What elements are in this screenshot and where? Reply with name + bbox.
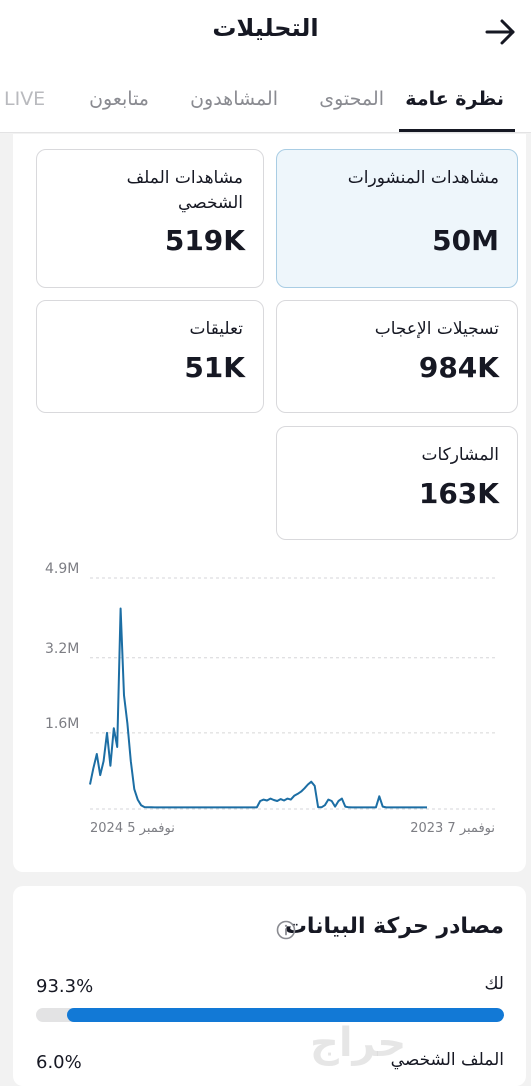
page-title: التحليلات [212, 14, 319, 42]
traffic-source-bar-fill [67, 1008, 504, 1022]
views-line-chart: 4.9M 3.2M 1.6M نوفمبر 7 2023 نوفمبر 5 2024 [45, 561, 495, 836]
y-tick-label: 1.6M [45, 716, 79, 732]
tab-overview[interactable]: نظرة عامة [405, 88, 504, 110]
active-tab-indicator [399, 129, 515, 132]
tab-bar: نظرة عامة المحتوى المشاهدون متابعون LIVE [0, 66, 531, 133]
traffic-source-percent: 93.3% [36, 976, 94, 997]
tab-content[interactable]: المحتوى [319, 88, 384, 110]
watermark-logo: حراج [310, 1020, 407, 1066]
traffic-source-bar [36, 1008, 504, 1022]
traffic-sources-section: مصادر حركة البيانات لك 93.3% الملف الشخص… [13, 886, 526, 1086]
views-series-line [89, 607, 427, 809]
app-header: التحليلات [0, 0, 531, 66]
traffic-source-name: الملف الشخصي [390, 1050, 504, 1070]
y-tick-label: 3.2M [45, 641, 79, 657]
x-tick-label: نوفمبر 7 2023 [410, 821, 495, 836]
traffic-source-percent: 6.0% [36, 1052, 82, 1073]
traffic-sources-title: مصادر حركة البيانات [284, 914, 504, 939]
arrow-right-icon[interactable] [483, 15, 517, 49]
info-icon[interactable] [276, 920, 296, 940]
tab-live[interactable]: LIVE [4, 88, 45, 110]
tab-followers[interactable]: متابعون [89, 88, 149, 110]
x-tick-label: نوفمبر 5 2024 [90, 821, 175, 836]
traffic-source-name: لك [484, 974, 504, 994]
y-tick-label: 4.9M [45, 561, 79, 577]
overview-panel: مشاهدات المنشورات 50M مشاهدات الملف الشخ… [13, 134, 526, 872]
tab-viewers[interactable]: المشاهدون [190, 88, 278, 110]
